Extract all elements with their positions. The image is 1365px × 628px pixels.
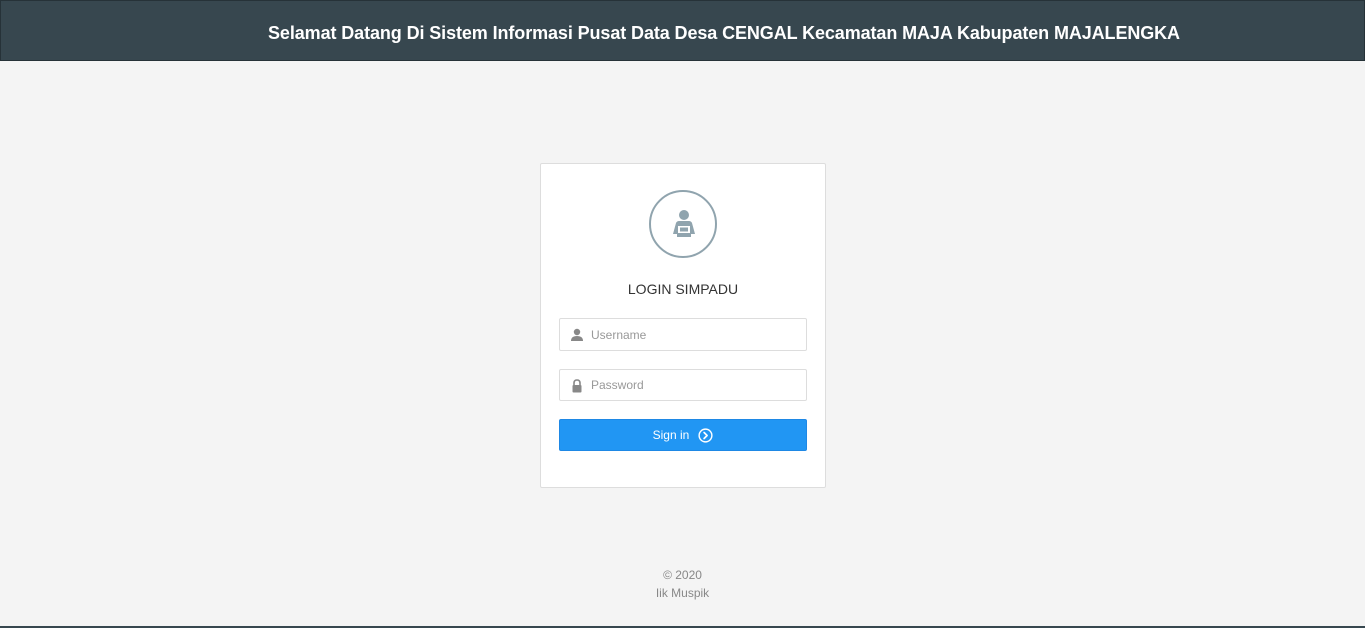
author-text: Iik Muspik (655, 586, 710, 600)
password-field[interactable] (559, 369, 807, 401)
page-title: Selamat Datang Di Sistem Informasi Pusat… (268, 23, 1180, 43)
user-reading-icon (673, 210, 695, 237)
logo-badge (649, 190, 717, 258)
lock-icon (572, 379, 582, 393)
login-page: Selamat Datang Di Sistem Informasi Pusat… (0, 0, 1365, 628)
sign-in-button[interactable]: Sign in (559, 419, 807, 451)
login-card: LOGIN SIMPADU Sign in (540, 163, 826, 488)
password-input[interactable] (591, 370, 801, 400)
copyright-text: © 2020 (663, 568, 702, 582)
circle-arrow-right-icon (698, 427, 713, 443)
user-icon (571, 328, 583, 341)
sign-in-label: Sign in (652, 428, 690, 442)
header-bar: Selamat Datang Di Sistem Informasi Pusat… (0, 0, 1365, 61)
footer: © 2020 Iik Muspik (0, 566, 1365, 602)
username-input[interactable] (591, 319, 801, 350)
username-field[interactable] (559, 318, 807, 351)
login-title: LOGIN SIMPADU (627, 281, 739, 297)
